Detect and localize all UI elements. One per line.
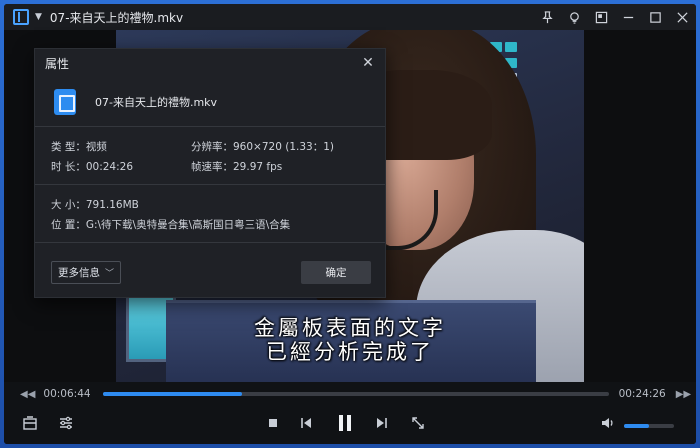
file-info-section: 大 小：791.16MB 位 置：G:\待下载\奥特曼合集\高斯国日粤三语\合集 — [35, 185, 385, 243]
mini-mode-icon[interactable] — [588, 4, 615, 30]
size-label: 大 小：791.16MB — [51, 199, 139, 211]
total-time: 00:24:26 — [618, 388, 666, 400]
more-info-button[interactable]: 更多信息 ﹀ — [51, 261, 121, 284]
ok-button[interactable]: 确定 — [301, 261, 371, 284]
previous-icon[interactable] — [298, 415, 314, 431]
volume-slider[interactable] — [624, 424, 674, 428]
dialog-file-name: 07-来自天上的禮物.mkv — [95, 95, 218, 109]
subtitle-line-2: 已經分析完成了 — [266, 340, 434, 364]
fullscreen-icon[interactable] — [410, 415, 426, 431]
player-window: ▼ 07-来自天上的禮物.mkv 金屬板表面的文字 已經分析完成了 属性 ✕ 0… — [4, 4, 696, 444]
fast-forward-icon[interactable]: ▶▶ — [676, 389, 691, 400]
window-frame: ▼ 07-来自天上的禮物.mkv 金屬板表面的文字 已經分析完成了 属性 ✕ 0… — [0, 0, 700, 448]
app-logo-icon[interactable] — [13, 9, 29, 25]
playlist-icon[interactable] — [22, 415, 38, 431]
minimize-icon[interactable] — [615, 4, 642, 30]
seek-bar[interactable] — [102, 392, 609, 396]
type-label: 类 型：视频 — [51, 141, 107, 153]
close-icon[interactable]: ✕ — [361, 55, 375, 71]
lightbulb-icon[interactable] — [561, 4, 588, 30]
pin-icon[interactable] — [534, 4, 561, 30]
settings-sliders-icon[interactable] — [58, 415, 74, 431]
resolution-label: 分辨率：960×720 (1.33：1) — [191, 141, 334, 153]
chevron-down-icon: ﹀ — [105, 269, 115, 279]
next-icon[interactable] — [374, 415, 390, 431]
window-title: 07-来自天上的禮物.mkv — [49, 10, 184, 25]
more-info-label: 更多信息 — [58, 267, 100, 279]
volume-icon[interactable] — [600, 415, 616, 431]
duration-label: 时 长：00:24:26 — [51, 161, 133, 173]
media-info-section: 类 型：视频 分辨率：960×720 (1.33：1) 时 长：00:24:26… — [35, 127, 385, 185]
volume-slider-fill — [624, 424, 649, 428]
dialog-header: 属性 ✕ — [35, 49, 385, 77]
location-label: 位 置：G:\待下载\奥特曼合集\高斯国日粤三语\合集 — [51, 219, 291, 231]
rewind-icon[interactable]: ◀◀ — [20, 389, 35, 400]
dialog-title: 属性 — [45, 56, 70, 71]
window-controls — [534, 4, 696, 30]
title-bar: ▼ 07-来自天上的禮物.mkv — [4, 4, 696, 30]
dialog-file-row: 07-来自天上的禮物.mkv — [35, 77, 385, 127]
dialog-footer: 更多信息 ﹀ 确定 — [35, 249, 387, 297]
current-time: 00:06:44 — [43, 388, 91, 400]
stop-icon[interactable] — [265, 415, 281, 431]
seek-bar-progress — [102, 392, 243, 396]
framerate-label: 帧速率：29.97 fps — [191, 161, 283, 173]
video-file-icon — [54, 88, 76, 115]
pause-icon[interactable] — [334, 412, 356, 434]
progress-row: ◀◀ 00:06:44 00:24:26 ▶▶ — [4, 382, 696, 406]
properties-dialog: 属性 ✕ 07-来自天上的禮物.mkv 类 型：视频 分辨率：960×720 (… — [34, 48, 386, 298]
control-bar — [4, 406, 696, 444]
menu-caret-icon[interactable]: ▼ — [35, 12, 42, 22]
maximize-icon[interactable] — [642, 4, 669, 30]
close-icon[interactable] — [669, 4, 696, 30]
